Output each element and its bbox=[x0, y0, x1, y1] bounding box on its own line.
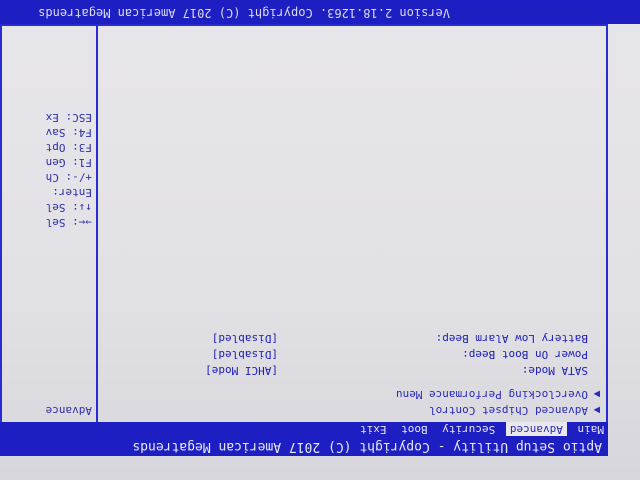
tab-exit[interactable]: Exit bbox=[356, 422, 391, 436]
version-footer: Version 2.18.1263. Copyright (C) 2017 Am… bbox=[0, 0, 640, 24]
settings-pane: ▶Advanced Chipset Control ▶Overclocking … bbox=[104, 330, 600, 418]
setting-power-on-boot-beep[interactable]: Power On Boot Beep:[Disabled] bbox=[104, 346, 600, 362]
submenu-arrow-icon: ▶ bbox=[593, 388, 600, 401]
pane-divider bbox=[96, 24, 98, 422]
help-line: ↑↓: Sel bbox=[45, 201, 92, 214]
tab-main[interactable]: Main bbox=[574, 422, 609, 436]
title-bar: Aptio Setup Utility - Copyright (C) 2017… bbox=[0, 436, 608, 456]
help-line: →←: Sel bbox=[45, 216, 92, 229]
help-title-pane: Advance bbox=[0, 402, 92, 418]
setting-value[interactable]: [Disabled] bbox=[212, 346, 278, 362]
help-line: ESC: Ex bbox=[45, 111, 92, 124]
help-title: Advance bbox=[45, 404, 92, 417]
help-line: +/-: Ch bbox=[45, 171, 92, 184]
tab-security[interactable]: Security bbox=[438, 422, 499, 436]
menu-bar: Main Advanced Security Boot Exit bbox=[0, 422, 608, 436]
help-line: F1: Gen bbox=[45, 156, 92, 169]
help-line: F3: Opt bbox=[45, 141, 92, 154]
setting-battery-low-alarm-beep[interactable]: Battery Low Alarm Beep:[Disabled] bbox=[104, 330, 600, 346]
menu-item-advanced-chipset-control[interactable]: ▶Advanced Chipset Control bbox=[104, 402, 600, 418]
setting-value[interactable]: [Disabled] bbox=[212, 330, 278, 346]
tab-boot[interactable]: Boot bbox=[397, 422, 432, 436]
key-help: →←: Sel ↑↓: Sel Enter: +/-: Ch F1: Gen F… bbox=[0, 110, 92, 230]
setting-sata-mode[interactable]: SATA Mode:[AHCI Mode] bbox=[104, 362, 600, 378]
menu-item-overclocking-performance-menu[interactable]: ▶Overclocking Performance Menu bbox=[104, 386, 600, 402]
submenu-arrow-icon: ▶ bbox=[593, 404, 600, 417]
tab-advanced[interactable]: Advanced bbox=[505, 422, 567, 436]
setting-value[interactable]: [AHCI Mode] bbox=[205, 362, 278, 378]
bios-screen: Aptio Setup Utility - Copyright (C) 2017… bbox=[0, 0, 640, 480]
help-line: F4: Sav bbox=[45, 126, 92, 139]
help-line: Enter: bbox=[52, 186, 92, 199]
